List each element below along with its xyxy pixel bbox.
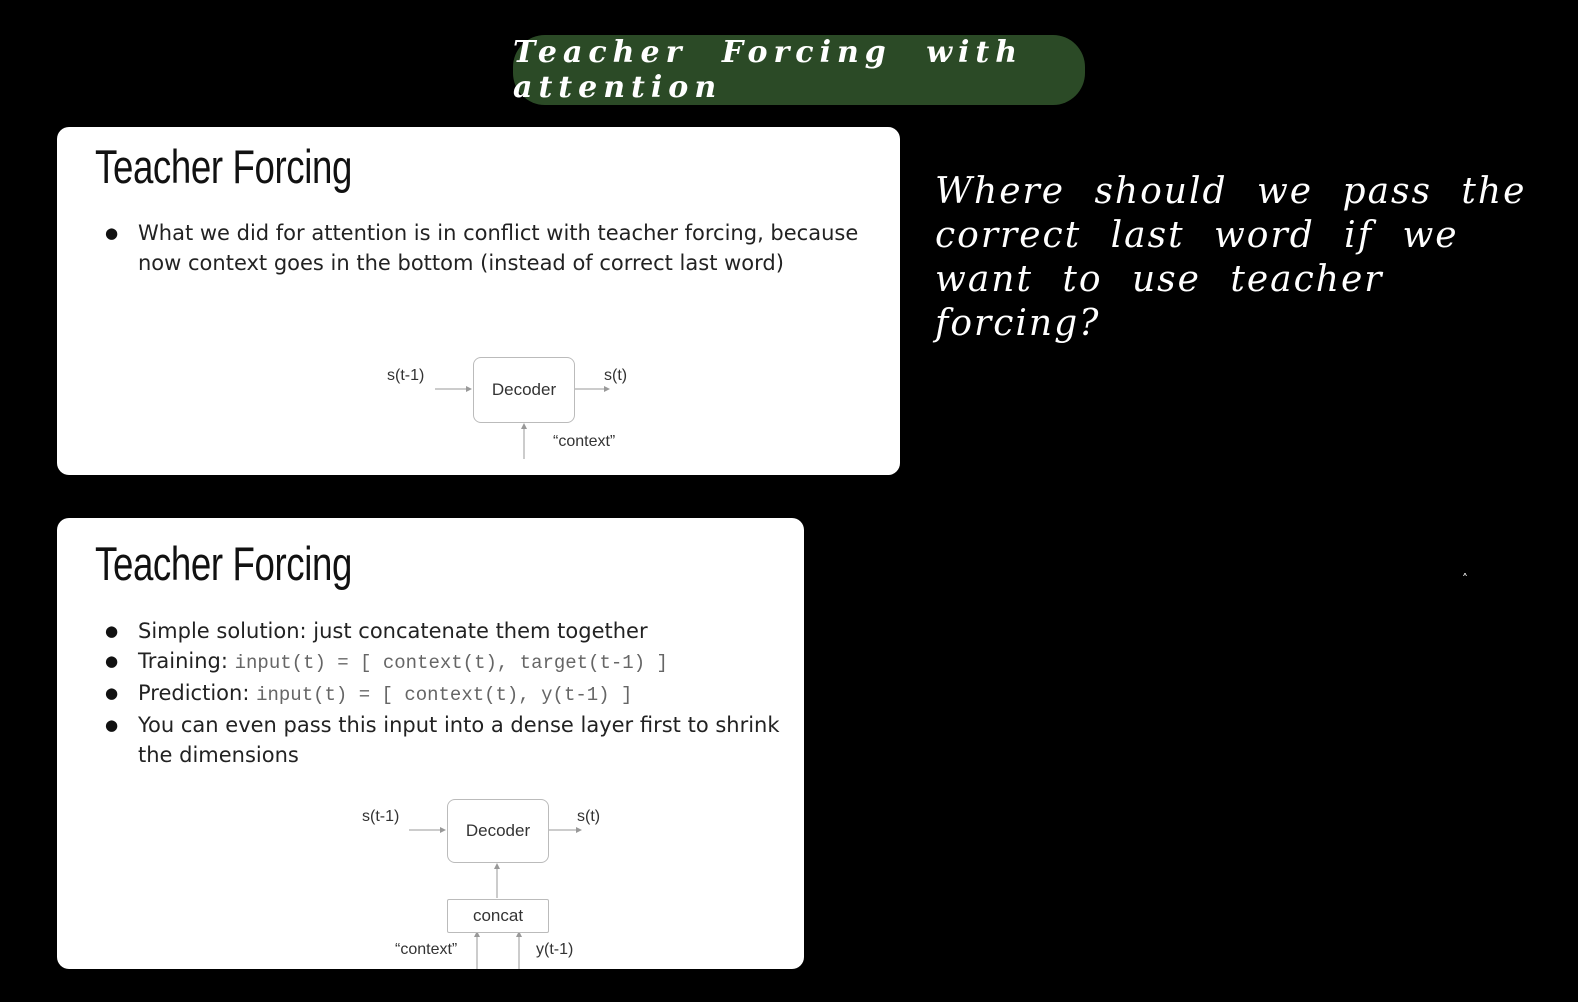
handwritten-title: Teacher Forcing with attention	[513, 35, 1024, 105]
handwritten-question: Where should we pass the correct last wo…	[935, 171, 1527, 344]
handwritten-title-banner: Teacher Forcing with attention	[513, 35, 1085, 105]
slide-teacher-forcing-2: Teacher Forcing Simple solution: just co…	[57, 518, 804, 969]
input-state-label: s(t-1)	[387, 367, 425, 384]
decoder-box: Decoder	[473, 357, 575, 423]
context-label: “context”	[553, 433, 616, 450]
output-state-label: s(t)	[577, 808, 601, 825]
output-state-label: s(t)	[604, 367, 628, 384]
slide-teacher-forcing-1: Teacher Forcing What we did for attentio…	[57, 127, 900, 475]
concat-box: concat	[447, 899, 549, 933]
decoder-box: Decoder	[447, 799, 549, 863]
input-state-label: s(t-1)	[362, 808, 400, 825]
stray-pen-mark: ˄	[1462, 572, 1468, 586]
previous-output-label: y(t-1)	[536, 941, 574, 958]
decoder-concat-diagram-arrows	[409, 827, 582, 969]
context-label: “context”	[395, 941, 458, 958]
